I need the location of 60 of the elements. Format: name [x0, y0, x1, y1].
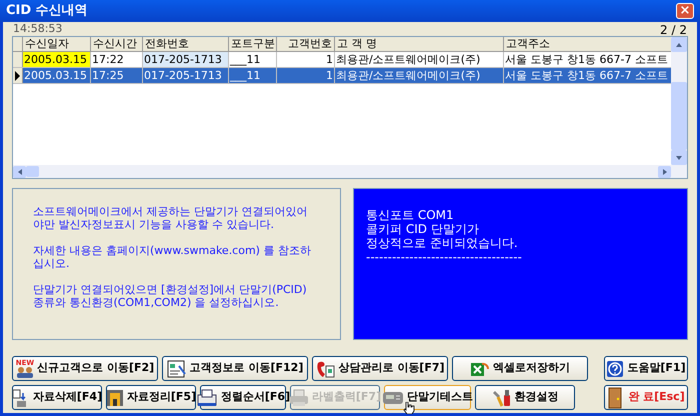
action-button[interactable]: 엑셀로저장하기	[452, 356, 588, 381]
action-button[interactable]: 상담관리로 이동[F7]	[312, 356, 448, 381]
status-line: 콜키퍼 CID 단말기가	[366, 222, 480, 236]
column-header[interactable]: 전화번호	[143, 37, 229, 51]
table-cell: 2005.03.15	[23, 52, 91, 67]
scroll-up-button[interactable]	[671, 37, 687, 52]
column-header[interactable]: 고 객 명	[335, 37, 504, 51]
table-cell: 017-205-1713	[143, 52, 229, 67]
table-cell: 017-205-1713	[143, 68, 229, 83]
table-row[interactable]: 2005.03.15 17:22 017-205-1713 ___11 1 최용관/소프트웨어메이크(주) 서울 도봉구 창1동 667-7 소프트	[13, 52, 671, 68]
scroll-down-button[interactable]	[671, 150, 687, 165]
phone-icon	[315, 360, 336, 378]
info-paragraph: 소프트웨어메이크에서 제공하는 단말기가 연결되어있어야만 발신자정보표시 기능을 사용할 수 있습니다.	[33, 205, 308, 231]
right-arrow-icon	[662, 168, 668, 174]
down-arrow-icon	[676, 154, 682, 160]
info-paragraph: 자세한 내용은 홈페이지(www.swmake.com) 를 참조하십시오.	[33, 244, 312, 270]
column-header[interactable]: 수신시간	[91, 37, 143, 51]
up-arrow-icon	[676, 42, 682, 48]
horizontal-scrollbar[interactable]	[13, 165, 671, 178]
device-icon	[382, 390, 404, 406]
current-row-icon	[15, 70, 20, 80]
scroll-thumb[interactable]	[671, 82, 687, 150]
tools-icon	[492, 388, 512, 406]
close-button[interactable]: ×	[676, 3, 694, 19]
scroll-thumb[interactable]	[26, 166, 39, 177]
help-icon	[606, 360, 624, 378]
folder-icon	[106, 388, 124, 406]
column-header[interactable]: 포트구분	[229, 37, 277, 51]
action-button[interactable]: 도움말[F1]	[604, 356, 688, 381]
table-cell: 최용관/소프트웨어메이크(주)	[335, 52, 504, 67]
table-cell: 1	[277, 68, 335, 83]
action-button[interactable]: 완 료[Esc]	[604, 385, 688, 410]
column-header[interactable]: 수신일자	[23, 37, 91, 51]
table-cell: ___11	[229, 68, 277, 83]
vertical-scrollbar[interactable]	[671, 37, 687, 178]
action-button[interactable]: 환경설정	[475, 385, 575, 410]
card-icon	[166, 360, 187, 378]
column-header[interactable]: 고객번호	[277, 37, 335, 51]
action-button[interactable]: 고객정보로 이동[F12]	[162, 356, 308, 381]
table-cell: 2005.03.15	[23, 68, 91, 83]
scroll-right-button[interactable]	[658, 166, 671, 178]
people-icon	[16, 366, 34, 378]
printer-icon	[288, 388, 309, 406]
page-counter: 2 / 2	[660, 22, 687, 38]
clock-text: 14:58:53	[13, 21, 62, 38]
status-line: 정상적으로 준비되었습니다.	[366, 236, 519, 250]
status-line: 통신포트 COM1	[366, 208, 455, 222]
table-cell: 최용관/소프트웨어메이크(주)	[335, 68, 504, 83]
table-cell: ___11	[229, 52, 277, 67]
status-line: ------------------------------------	[366, 250, 523, 264]
info-paragraph: 단말기가 연결되어있으면 [환경설정]에서 단말기(PCID)종류와 통신환경(COM1,COM2) 을 설정하십시오.	[33, 283, 308, 309]
window-title: CID 수신내역	[6, 2, 88, 20]
tray-icon	[196, 388, 218, 406]
left-arrow-icon	[16, 168, 22, 174]
scroll-left-button[interactable]	[13, 166, 26, 178]
hand-cursor-icon	[403, 402, 415, 414]
table-cell: 1	[277, 52, 335, 67]
table-row[interactable]: 2005.03.15 17:25 017-205-1713 ___11 1 최용관/소프트웨어메이크(주) 서울 도봉구 창1동 667-7 소프트	[13, 68, 671, 84]
table-cell: 17:25	[91, 68, 143, 83]
row-header[interactable]	[13, 68, 23, 83]
